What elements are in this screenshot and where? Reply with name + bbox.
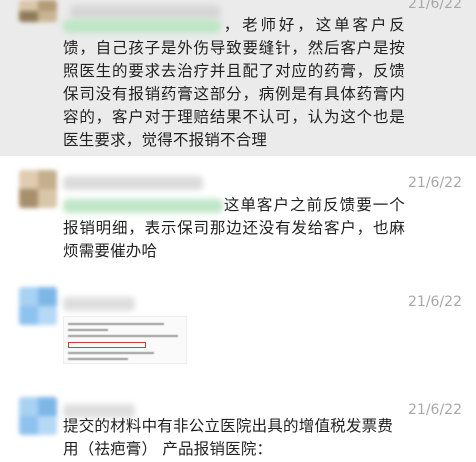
message-time: 21/6/22 xyxy=(408,0,462,12)
mention-redacted xyxy=(63,198,223,213)
user-avatar[interactable] xyxy=(19,170,57,208)
chat-message-1[interactable]: 21/6/22 ，老师好，这单客户反馈，自己孩子是外伤导致要缝针，然后客户是按照… xyxy=(0,0,476,156)
chat-message-4[interactable]: 21/6/22 提交的材料中有非公立医院出具的增值税发票费用（祛疤膏） 产品报销… xyxy=(0,384,476,462)
sender-name-redacted xyxy=(63,297,135,311)
mention-redacted xyxy=(63,18,221,33)
message-time: 21/6/22 xyxy=(408,294,462,310)
user-avatar[interactable] xyxy=(19,287,57,325)
sender-name-redacted xyxy=(63,176,203,190)
highlight-box xyxy=(68,342,146,348)
user-avatar[interactable] xyxy=(19,0,57,22)
message-text[interactable]: 提交的材料中有非公立医院出具的增值税发票费用（祛疤膏） 产品报销医院： xyxy=(63,415,393,461)
chat-message-2[interactable]: 21/6/22 这单客户之前反馈要一个报销明细，表示保司那边还没有发给客户，也麻… xyxy=(0,156,476,274)
message-text[interactable]: ，老师好，这单客户反馈，自己孩子是外伤导致要缝针，然后客户是按照医生的要求去治疗… xyxy=(63,14,405,152)
user-avatar[interactable] xyxy=(19,397,57,435)
image-attachment[interactable] xyxy=(63,316,187,364)
message-time: 21/6/22 xyxy=(408,402,462,418)
message-text[interactable]: 这单客户之前反馈要一个报销明细，表示保司那边还没有发给客户，也麻烦需要催办哈 xyxy=(63,194,405,263)
message-body: ，老师好，这单客户反馈，自己孩子是外伤导致要缝针，然后客户是按照医生的要求去治疗… xyxy=(63,16,405,149)
message-time: 21/6/22 xyxy=(408,175,462,191)
